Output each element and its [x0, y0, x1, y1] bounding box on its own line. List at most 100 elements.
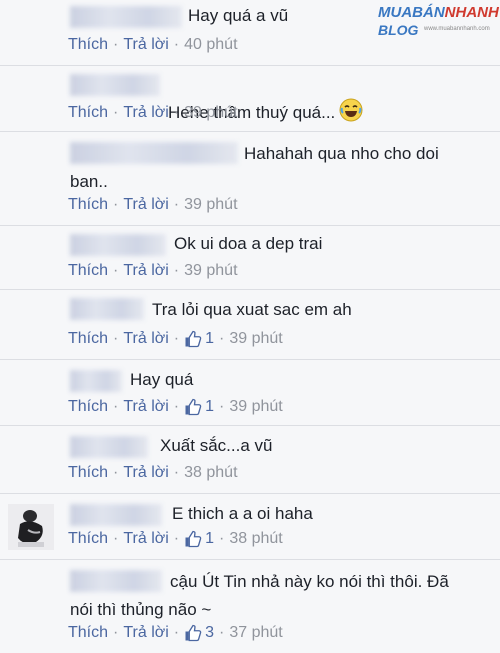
like-count-value: 3: [205, 624, 215, 641]
like-count[interactable]: 1: [184, 530, 214, 548]
reply-link[interactable]: Trả lời: [123, 262, 168, 280]
comment-actions: Thích · Trả lời · 1 · 38 phút: [68, 530, 283, 548]
like-link[interactable]: Thích: [68, 464, 108, 482]
separator: ·: [173, 36, 180, 53]
reply-link[interactable]: Trả lời: [123, 464, 168, 482]
separator: ·: [113, 196, 119, 213]
like-count[interactable]: 1: [184, 398, 214, 416]
watermark-url: www.muabannhanh.com: [424, 26, 490, 32]
reply-link[interactable]: Trả lời: [123, 530, 168, 548]
comment-text: Tra lỏi qua xuat sac em ah: [152, 300, 352, 319]
reply-link[interactable]: Trả lời: [123, 398, 168, 416]
timestamp[interactable]: 37 phút: [229, 624, 282, 642]
separator: ·: [173, 624, 180, 641]
thumbs-up-icon: [185, 398, 202, 416]
like-count-value: 1: [205, 530, 215, 547]
timestamp[interactable]: 39 phút: [184, 104, 237, 122]
like-link[interactable]: Thích: [68, 530, 108, 548]
like-count-value: 1: [205, 398, 215, 415]
like-link[interactable]: Thích: [68, 36, 108, 54]
separator: ·: [113, 530, 119, 547]
comment-text: Xuất sắc...a vũ: [160, 436, 273, 455]
comment-text: Hay quá: [130, 370, 194, 389]
like-link[interactable]: Thích: [68, 398, 108, 416]
timestamp[interactable]: 38 phút: [184, 464, 237, 482]
like-link[interactable]: Thích: [68, 262, 108, 280]
comment-text: Hahahah qua nho cho doi ban..: [70, 144, 439, 191]
reply-link[interactable]: Trả lời: [123, 196, 168, 214]
commenter-name-blurred[interactable]: [70, 370, 122, 392]
separator: ·: [173, 398, 180, 415]
thumbs-up-icon: [185, 330, 202, 348]
separator: ·: [219, 624, 225, 641]
avatar[interactable]: [8, 504, 54, 550]
reply-link[interactable]: Trả lời: [123, 104, 168, 122]
commenter-name-blurred[interactable]: [70, 234, 166, 256]
like-count-value: 1: [205, 330, 215, 347]
timestamp[interactable]: 40 phút: [184, 36, 237, 54]
separator: ·: [173, 104, 180, 121]
separator: ·: [113, 624, 119, 641]
commenter-name-blurred[interactable]: [70, 504, 162, 526]
comment-actions: Thích · Trả lời · 40 phút: [68, 36, 238, 54]
separator: ·: [113, 464, 119, 481]
separator: ·: [219, 398, 225, 415]
separator: ·: [219, 530, 225, 547]
separator: ·: [173, 330, 180, 347]
reply-link[interactable]: Trả lời: [123, 36, 168, 54]
comment-item: Ok ui doa a dep trai Thích · Trả lời · 3…: [0, 226, 500, 290]
commenter-name-blurred[interactable]: [70, 436, 148, 458]
comment-text: E thich a a oi haha: [172, 504, 313, 523]
separator: ·: [113, 262, 119, 279]
like-link[interactable]: Thích: [68, 624, 108, 642]
laughing-emoji-icon: [339, 98, 363, 129]
comment-list: Hay quá a vũ Thích · Trả lời · 40 phút H…: [0, 0, 500, 653]
like-count[interactable]: 1: [184, 330, 214, 348]
comment-actions: Thích · Trả lời · 3 · 37 phút: [68, 624, 283, 642]
separator: ·: [219, 330, 225, 347]
separator: ·: [113, 330, 119, 347]
commenter-name-blurred[interactable]: [70, 74, 160, 96]
watermark-sub: BLOG: [378, 22, 419, 38]
comment-item: Hahahah qua nho cho doi ban.. Thích · Tr…: [0, 132, 500, 226]
comment-actions: Thích · Trả lời · 39 phút: [68, 262, 238, 280]
comment-text: cậu Út Tin nhả này ko nói thì thôi. Đã n…: [70, 572, 449, 619]
comment-actions: Thích · Trả lời · 38 phút: [68, 464, 238, 482]
watermark-brand: MUABÁNNHANH: [378, 4, 499, 21]
separator: ·: [113, 36, 119, 53]
separator: ·: [173, 530, 180, 547]
commenter-name-blurred[interactable]: [70, 298, 144, 320]
commenter-name-blurred[interactable]: [70, 6, 182, 28]
comment-text: Ok ui doa a dep trai: [174, 234, 323, 253]
timestamp[interactable]: 38 phút: [229, 530, 282, 548]
comment-item: cậu Út Tin nhả này ko nói thì thôi. Đã n…: [0, 560, 500, 653]
timestamp[interactable]: 39 phút: [184, 262, 237, 280]
comment-item: Hay quá Thích · Trả lời · 1 · 39 phút: [0, 360, 500, 426]
comment-actions: Thích · Trả lời · 1 · 39 phút: [68, 398, 283, 416]
separator: ·: [113, 104, 119, 121]
reply-link[interactable]: Trả lời: [123, 330, 168, 348]
like-link[interactable]: Thích: [68, 196, 108, 214]
comment-item: Tra lỏi qua xuat sac em ah Thích · Trả l…: [0, 290, 500, 360]
comment-item: Xuất sắc...a vũ Thích · Trả lời · 38 phú…: [0, 426, 500, 494]
separator: ·: [173, 262, 180, 279]
like-link[interactable]: Thích: [68, 330, 108, 348]
like-count[interactable]: 3: [184, 624, 214, 642]
timestamp[interactable]: 39 phút: [229, 398, 282, 416]
separator: ·: [173, 196, 180, 213]
separator: ·: [113, 398, 119, 415]
comment-item: E thich a a oi haha Thích · Trả lời · 1 …: [0, 494, 500, 560]
thumbs-up-icon: [185, 624, 202, 642]
comment-actions: Thích · Trả lời · 39 phút: [68, 196, 238, 214]
thumbs-up-icon: [185, 530, 202, 548]
comment-actions: Thích · Trả lời · 1 · 39 phút: [68, 330, 283, 348]
comment-item: Hehe thâm thuý quá... Thích · Trả lời · …: [0, 66, 500, 132]
comment-actions: Thích · Trả lời · 39 phút: [68, 104, 238, 122]
like-link[interactable]: Thích: [68, 104, 108, 122]
comment-text: Hay quá a vũ: [188, 6, 289, 25]
timestamp[interactable]: 39 phút: [184, 196, 237, 214]
timestamp[interactable]: 39 phút: [229, 330, 282, 348]
watermark-logo: MUABÁNNHANH BLOG www.muabannhanh.com: [378, 4, 499, 40]
reply-link[interactable]: Trả lời: [123, 624, 168, 642]
separator: ·: [173, 464, 180, 481]
